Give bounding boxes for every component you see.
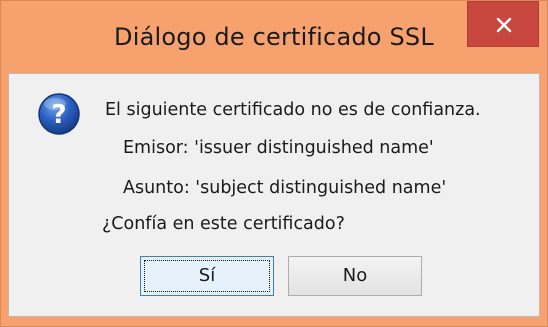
dialog-body: ? El siguiente certificado no es de conf… — [8, 73, 540, 317]
no-button-label: No — [342, 265, 368, 286]
dialog-title: Diálogo de certificado SSL — [114, 23, 434, 51]
no-button[interactable]: No — [288, 256, 422, 296]
trust-question: ¿Confía en este certificado? — [102, 214, 345, 234]
subject-line: Asunto: 'subject distinguished name' — [123, 178, 447, 198]
issuer-line: Emisor: 'issuer distinguished name' — [123, 138, 434, 158]
question-icon: ? — [38, 93, 80, 135]
svg-text:?: ? — [51, 100, 66, 130]
title-bar[interactable]: Diálogo de certificado SSL — [1, 1, 547, 71]
close-button[interactable] — [467, 1, 539, 47]
ssl-certificate-dialog: Diálogo de certificado SSL ? El siguient… — [0, 0, 548, 327]
focus-ring — [144, 260, 270, 292]
close-icon — [496, 17, 512, 33]
yes-button[interactable]: Sí — [140, 256, 274, 296]
message-line-1: El siguiente certificado no es de confia… — [105, 100, 481, 120]
